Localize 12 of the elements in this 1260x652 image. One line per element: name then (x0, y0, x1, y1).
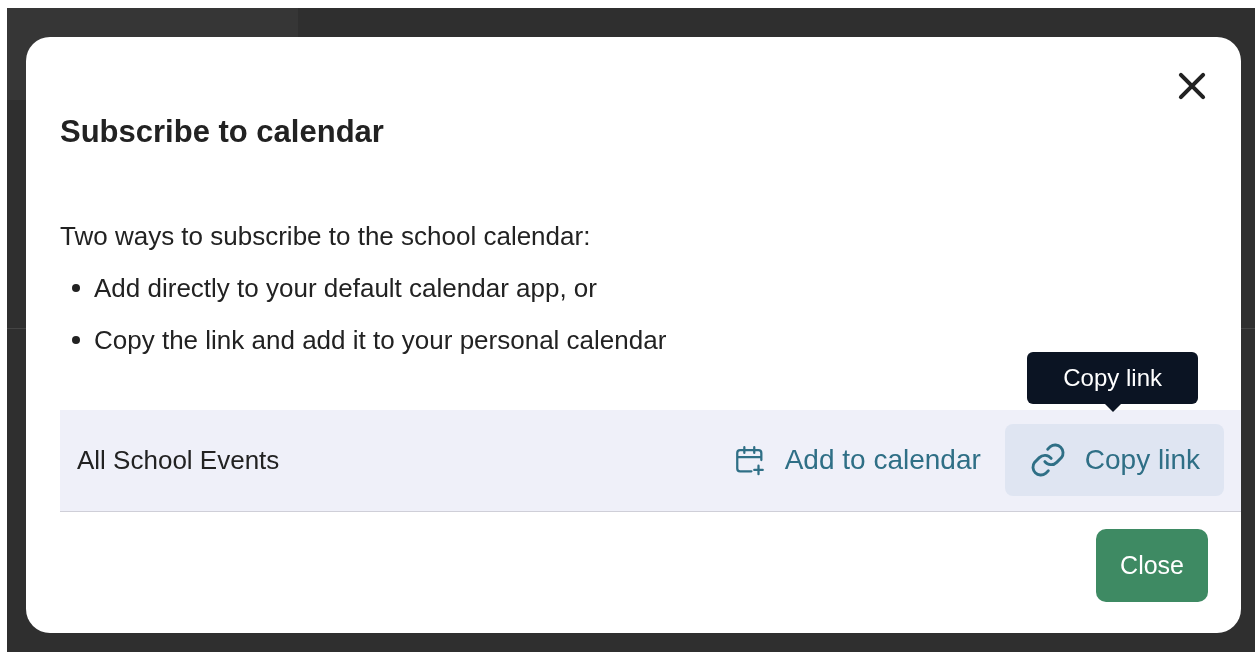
bullet-text: Add directly to your default calendar app, or (94, 271, 597, 305)
bullet-text: Copy the link and add it to your personal calendar (94, 323, 667, 357)
tooltip: Copy link (1027, 351, 1198, 404)
copy-link-button[interactable]: Copy link (1004, 424, 1224, 497)
bullet-icon (72, 283, 80, 292)
tooltip-pointer-icon (1104, 403, 1121, 412)
add-to-calendar-button[interactable]: Add to calendar (708, 424, 1005, 497)
close-button[interactable]: Close (1096, 528, 1208, 602)
intro-text: Two ways to subscribe to the school calendar: (60, 219, 592, 253)
bullet-icon (72, 335, 80, 344)
dialog-title: Subscribe to calendar (60, 113, 385, 151)
calendar-name: All School Events (77, 443, 281, 477)
